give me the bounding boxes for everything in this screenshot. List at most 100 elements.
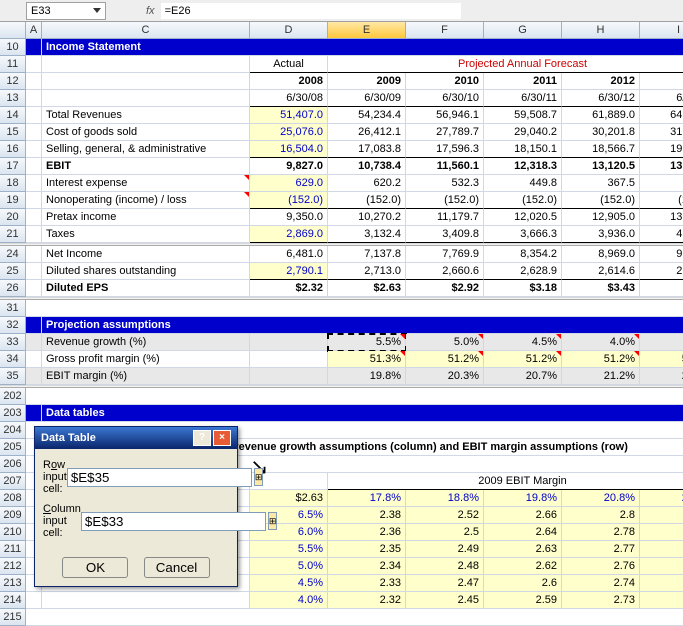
value-cell[interactable]: 21.6% xyxy=(640,368,683,385)
name-box[interactable]: E33 xyxy=(26,2,106,20)
dt-cell[interactable]: 2.63 xyxy=(484,541,562,558)
value-cell[interactable]: 19,373.7 xyxy=(640,141,683,158)
value-cell[interactable]: 30,201.8 xyxy=(562,124,640,141)
value-cell[interactable]: 12,020.5 xyxy=(484,209,562,226)
dt-cell[interactable]: 2.74 xyxy=(562,575,640,592)
value-cell[interactable]: 10,738.4 xyxy=(328,158,406,175)
dt-cell[interactable]: 2.32 xyxy=(328,592,406,609)
row-header[interactable]: 206 xyxy=(0,456,26,473)
value-cell[interactable]: 19.8% xyxy=(328,368,406,385)
row-label[interactable]: 4.5% xyxy=(250,575,328,592)
dt-cell[interactable]: 2.9 xyxy=(640,558,683,575)
value-cell[interactable]: 13,120.5 xyxy=(562,158,640,175)
value-cell[interactable]: $2.32 xyxy=(250,280,328,297)
dt-cell[interactable]: 2.35 xyxy=(328,541,406,558)
dt-cell[interactable]: 2.45 xyxy=(406,592,484,609)
row-header[interactable]: 12 xyxy=(0,73,26,90)
row-header[interactable]: 34 xyxy=(0,351,26,368)
col-header-E[interactable]: E xyxy=(328,22,406,39)
row-label[interactable]: 5.5% xyxy=(250,541,328,558)
col-header-A[interactable]: A xyxy=(26,22,42,39)
section-data-tables[interactable]: Data tables xyxy=(42,405,683,422)
label-pretax[interactable]: Pretax income xyxy=(42,209,250,226)
value-cell[interactable]: 13,902.8 xyxy=(640,158,683,175)
date-cell[interactable]: 6/30/08 xyxy=(250,90,328,107)
value-cell[interactable]: (152.0) xyxy=(328,192,406,209)
row-header[interactable]: 210 xyxy=(0,524,26,541)
year-cell[interactable]: 2012 xyxy=(562,73,640,90)
row-header[interactable]: 202 xyxy=(0,388,26,405)
value-cell[interactable]: 17,596.3 xyxy=(406,141,484,158)
row-header[interactable]: 19 xyxy=(0,192,26,209)
value-cell[interactable]: 5.0% xyxy=(406,334,484,351)
value-cell[interactable]: 10,270.2 xyxy=(328,209,406,226)
row-header[interactable]: 32 xyxy=(0,317,26,334)
value-cell[interactable]: 7,137.8 xyxy=(328,246,406,263)
cell[interactable] xyxy=(26,39,42,56)
row-header[interactable]: 14 xyxy=(0,107,26,124)
row-header[interactable]: 31 xyxy=(0,300,26,317)
range-picker-icon[interactable]: ⊞ xyxy=(268,512,278,530)
dt-cell[interactable]: 2.59 xyxy=(484,592,562,609)
label-ebit[interactable]: EBIT xyxy=(42,158,250,175)
col-header-F[interactable]: F xyxy=(406,22,484,39)
dt-cell[interactable]: 2.5 xyxy=(406,524,484,541)
value-cell[interactable]: $3.68 xyxy=(640,280,683,297)
value-cell[interactable]: 2,601.6 xyxy=(640,263,683,280)
value-cell[interactable]: 56,946.1 xyxy=(406,107,484,124)
cell[interactable] xyxy=(26,280,42,297)
value-cell[interactable]: 20.3% xyxy=(406,368,484,385)
value-cell[interactable]: 16,504.0 xyxy=(250,141,328,158)
column-input-cell[interactable] xyxy=(81,512,266,531)
row-header[interactable]: 21 xyxy=(0,226,26,243)
dt-cell[interactable]: 2.36 xyxy=(328,524,406,541)
value-cell[interactable]: 31,088.1 xyxy=(640,124,683,141)
row-header[interactable]: 215 xyxy=(0,609,26,626)
label-ebit-margin[interactable]: EBIT margin (%) xyxy=(42,368,250,385)
value-cell[interactable]: 51.2% xyxy=(406,351,484,368)
cell[interactable] xyxy=(26,141,42,158)
cell[interactable] xyxy=(26,368,42,385)
value-cell[interactable]: 2,628.9 xyxy=(484,263,562,280)
value-cell[interactable]: 51.2% xyxy=(484,351,562,368)
row-header[interactable]: 212 xyxy=(0,558,26,575)
value-cell[interactable]: 2,869.0 xyxy=(250,226,328,243)
value-cell[interactable]: $3.43 xyxy=(562,280,640,297)
dt-cell[interactable]: 2.66 xyxy=(484,507,562,524)
value-cell[interactable]: 9,350.0 xyxy=(250,209,328,226)
value-cell[interactable]: 7,769.9 xyxy=(406,246,484,263)
fx-icon[interactable]: fx xyxy=(146,5,155,17)
year-cell[interactable]: 2010 xyxy=(406,73,484,90)
row-header[interactable]: 208 xyxy=(0,490,26,507)
cell[interactable] xyxy=(250,368,328,385)
cell[interactable] xyxy=(42,73,250,90)
value-cell[interactable]: (152.0) xyxy=(406,192,484,209)
col-label[interactable]: 18.8% xyxy=(406,490,484,507)
active-cell-e33[interactable]: 5.5% xyxy=(328,334,406,351)
date-cell[interactable]: 6/30/11 xyxy=(484,90,562,107)
dt-cell[interactable]: 2.77 xyxy=(562,541,640,558)
dt-cell[interactable]: 2.48 xyxy=(406,558,484,575)
value-cell[interactable]: (152.0) xyxy=(484,192,562,209)
value-cell[interactable]: 59,508.7 xyxy=(484,107,562,124)
dt-cell[interactable]: 2.34 xyxy=(328,558,406,575)
cell[interactable] xyxy=(42,90,250,107)
cell[interactable] xyxy=(26,317,42,334)
value-cell[interactable]: 25,076.0 xyxy=(250,124,328,141)
cell[interactable] xyxy=(26,158,42,175)
value-cell[interactable]: 8,969.0 xyxy=(562,246,640,263)
date-cell[interactable]: 6/30/09 xyxy=(328,90,406,107)
value-cell[interactable]: 18,566.7 xyxy=(562,141,640,158)
row-header[interactable]: 35 xyxy=(0,368,26,385)
value-cell[interactable]: 12,905.0 xyxy=(562,209,640,226)
range-picker-icon[interactable]: ⊞ xyxy=(254,468,264,486)
value-cell[interactable]: 29,040.2 xyxy=(484,124,562,141)
dt-cell[interactable]: 2.78 xyxy=(562,524,640,541)
row-header[interactable]: 203 xyxy=(0,405,26,422)
date-cell[interactable]: 6/30/13 xyxy=(640,90,683,107)
cell[interactable] xyxy=(26,334,42,351)
value-cell[interactable]: 17,083.8 xyxy=(328,141,406,158)
label-nonop[interactable]: Nonoperating (income) / loss xyxy=(42,192,250,209)
row-header[interactable]: 204 xyxy=(0,422,26,439)
value-cell[interactable]: 26,412.1 xyxy=(328,124,406,141)
